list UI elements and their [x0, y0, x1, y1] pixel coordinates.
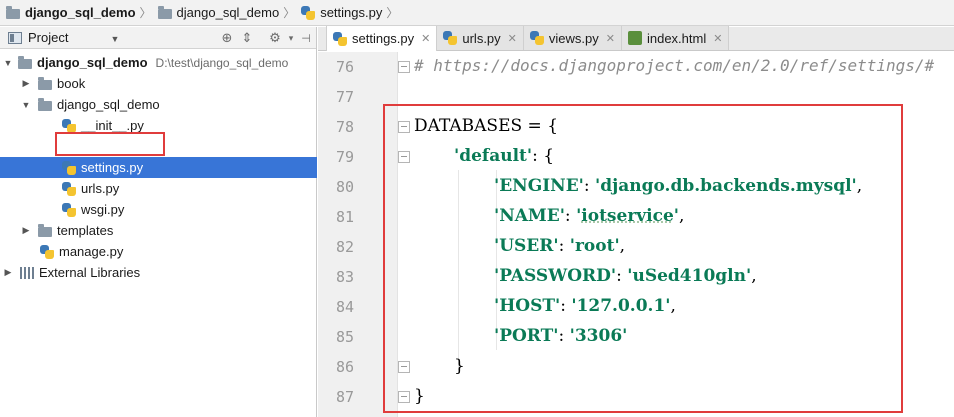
python-file-icon [40, 244, 54, 259]
folder-icon [38, 76, 52, 90]
code-line-78[interactable]: DATABASES = { [414, 116, 558, 136]
tab-views-py[interactable]: views.py ✕ [523, 26, 622, 50]
collapse-all-icon[interactable]: ⇕ [238, 29, 256, 47]
close-icon[interactable]: ✕ [508, 32, 517, 45]
code-line-87[interactable]: } [414, 386, 425, 406]
close-icon[interactable]: ✕ [606, 32, 615, 45]
chevron-down-icon[interactable]: ▼ [2, 58, 14, 68]
chevron-down-icon[interactable]: ▼ [20, 100, 32, 110]
line-number: 87 [335, 388, 354, 406]
code-line-86[interactable]: } [454, 356, 465, 376]
fold-marker-icon[interactable] [398, 61, 410, 73]
chevron-right-icon[interactable]: ▶ [2, 267, 14, 278]
fold-marker-icon[interactable] [398, 361, 410, 373]
tree-item-urls-py[interactable]: urls.py [0, 178, 317, 199]
hide-panel-icon[interactable]: ⊣ [297, 29, 315, 47]
code-line-79[interactable]: 'default': { [454, 146, 554, 166]
tree-item-init-py[interactable]: __init__.py [0, 115, 317, 136]
breadcrumb: django_sql_demo 〉 django_sql_demo 〉 sett… [0, 0, 954, 26]
code-line-82[interactable]: 'USER': 'root', [494, 236, 625, 256]
tree-item-django-sql-demo-package[interactable]: ▼ django_sql_demo [0, 94, 317, 115]
project-panel-header: Project ▼ ⊕ ⇕ ⚙ ▾ ⊣ [0, 27, 316, 49]
line-number: 80 [335, 178, 354, 196]
tree-item-project-root[interactable]: ▼ django_sql_demo D:\test\django_sql_dem… [0, 52, 317, 73]
tree-item-wsgi-py[interactable]: wsgi.py [0, 199, 317, 220]
tab-urls-py[interactable]: urls.py ✕ [437, 26, 524, 50]
folder-icon [18, 55, 32, 69]
python-file-icon [443, 31, 458, 45]
breadcrumb-item-file[interactable]: settings.py 〉 [301, 0, 404, 26]
line-number: 77 [335, 88, 354, 106]
tab-index-html[interactable]: index.html ✕ [621, 26, 730, 50]
python-file-icon [62, 181, 76, 196]
fold-marker-icon[interactable] [398, 151, 410, 163]
tree-item-manage-py[interactable]: manage.py [0, 241, 317, 262]
line-number: 76 [335, 58, 354, 76]
tree-item-templates[interactable]: ▶ templates [0, 220, 317, 241]
project-panel: Project ▼ ⊕ ⇕ ⚙ ▾ ⊣ ▼ django_sql_demo D:… [0, 27, 317, 417]
line-number: 82 [335, 238, 354, 256]
html-file-icon [627, 31, 642, 45]
project-view-selector[interactable]: Project [28, 30, 68, 45]
indent-guide [496, 170, 497, 350]
chevron-right-icon: 〉 [386, 6, 399, 20]
breadcrumb-item-package[interactable]: django_sql_demo 〉 [157, 0, 302, 26]
chevron-right-icon: 〉 [139, 6, 152, 20]
close-icon[interactable]: ✕ [421, 32, 430, 45]
code-line-81[interactable]: 'NAME': 'iotservice', [494, 206, 684, 226]
breadcrumb-item-project[interactable]: django_sql_demo 〉 [6, 0, 158, 26]
code-line-83[interactable]: 'PASSWORD': 'uSed410gln', [494, 266, 757, 286]
line-number: 78 [335, 118, 354, 136]
folder-icon [38, 223, 52, 237]
tree-item-book[interactable]: ▶ book [0, 73, 317, 94]
chevron-down-icon[interactable]: ▼ [110, 34, 119, 44]
editor-gutter: 76 77 78 79 80 81 82 83 84 85 86 87 [318, 52, 398, 417]
python-file-icon [529, 31, 544, 45]
folder-icon [157, 5, 172, 19]
line-number: 84 [335, 298, 354, 316]
line-number: 79 [335, 148, 354, 166]
tab-settings-py[interactable]: settings.py ✕ [326, 26, 438, 51]
line-number: 86 [335, 358, 354, 376]
folder-icon [6, 5, 20, 19]
tree-item-external-libraries[interactable]: ▶ External Libraries [0, 262, 317, 283]
line-number: 85 [335, 328, 354, 346]
python-file-icon [62, 160, 76, 175]
folder-icon [38, 97, 52, 111]
locate-icon[interactable]: ⊕ [218, 29, 236, 47]
tree-item-settings-py[interactable]: settings.py [0, 157, 317, 178]
code-line-84[interactable]: 'HOST': '127.0.0.1', [494, 296, 676, 316]
python-file-icon [301, 5, 316, 20]
close-icon[interactable]: ✕ [713, 32, 722, 45]
line-number: 81 [335, 208, 354, 226]
fold-marker-icon[interactable] [398, 121, 410, 133]
editor-tabs: settings.py ✕ urls.py ✕ views.py ✕ index… [318, 26, 954, 51]
code-line-85[interactable]: 'PORT': '3306' [494, 326, 627, 346]
fold-marker-icon[interactable] [398, 391, 410, 403]
chevron-right-icon[interactable]: ▶ [20, 78, 32, 89]
code-line-80[interactable]: 'ENGINE': 'django.db.backends.mysql', [494, 176, 862, 196]
python-file-icon [62, 118, 76, 133]
chevron-right-icon: 〉 [283, 6, 296, 20]
indent-guide [458, 170, 459, 370]
project-icon [8, 31, 22, 44]
python-file-icon [62, 202, 76, 217]
chevron-right-icon[interactable]: ▶ [20, 225, 32, 236]
python-file-icon [333, 31, 347, 46]
code-line-76[interactable]: # https://docs.djangoproject.com/en/2.0/… [414, 56, 934, 76]
line-number: 83 [335, 268, 354, 286]
library-icon [20, 266, 34, 279]
